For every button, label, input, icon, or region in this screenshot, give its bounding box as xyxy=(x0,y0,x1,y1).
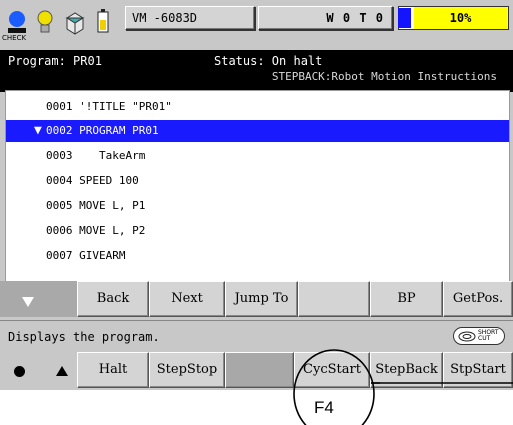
f4-callout-label: F4 xyxy=(314,398,334,417)
f4-callout xyxy=(293,349,513,425)
